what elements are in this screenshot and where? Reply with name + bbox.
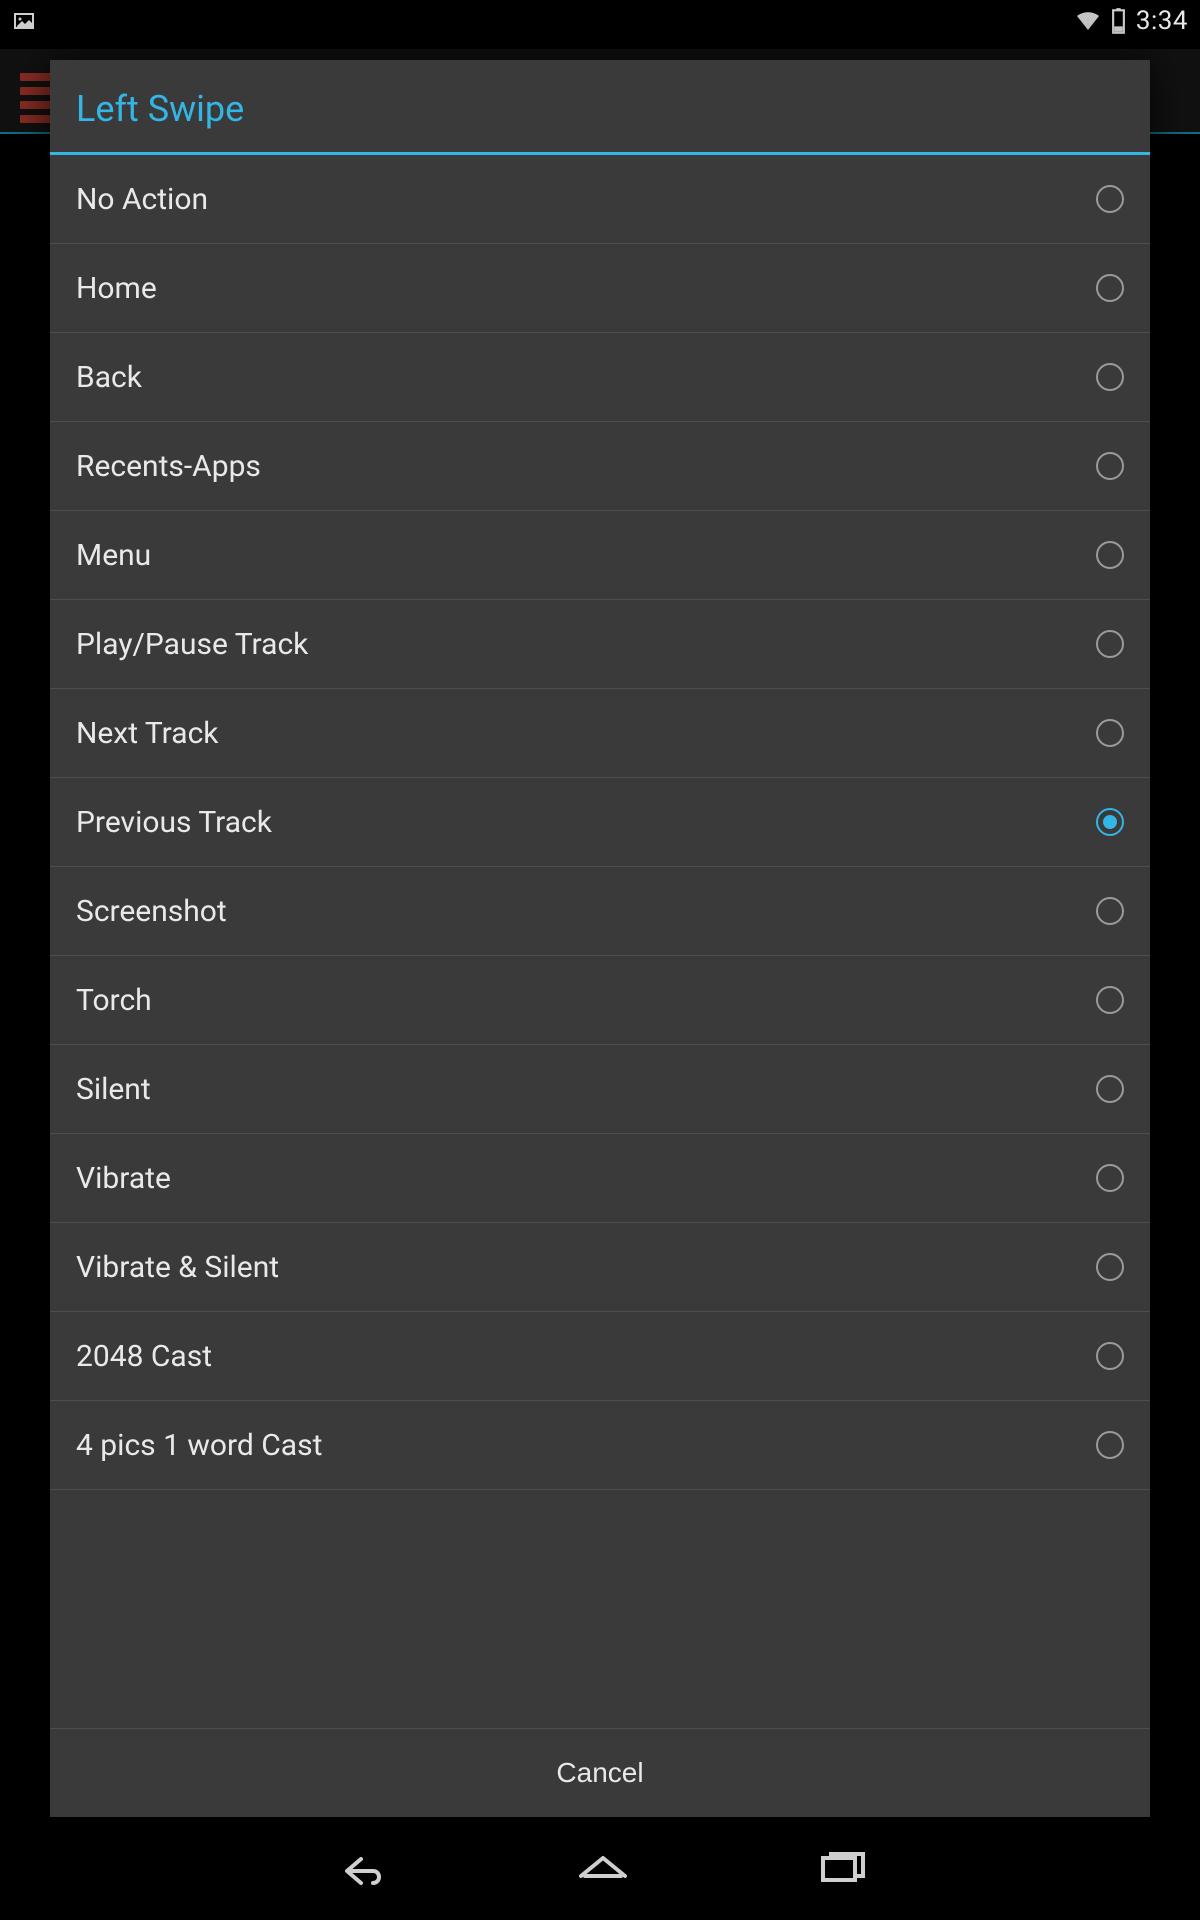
option-label: Recents-Apps bbox=[76, 449, 261, 484]
dialog: Left Swipe No Action Home Back Recents-Apps… bbox=[50, 60, 1150, 1817]
option-row[interactable]: Home bbox=[50, 244, 1150, 333]
radio-icon[interactable] bbox=[1096, 363, 1124, 391]
option-label: Vibrate bbox=[76, 1161, 171, 1196]
option-row[interactable]: 4 pics 1 word Cast bbox=[50, 1401, 1150, 1490]
options-list[interactable]: No Action Home Back Recents-Apps Menu Play/Pa… bbox=[50, 155, 1150, 1728]
option-row[interactable]: Screenshot bbox=[50, 867, 1150, 956]
nav-bar bbox=[0, 1822, 1200, 1920]
dialog-title: Left Swipe bbox=[50, 60, 1150, 152]
radio-icon[interactable] bbox=[1096, 185, 1124, 213]
option-row[interactable]: Vibrate bbox=[50, 1134, 1150, 1223]
option-row[interactable]: Vibrate & Silent bbox=[50, 1223, 1150, 1312]
status-right: 3:34 bbox=[1075, 6, 1188, 36]
option-label: No Action bbox=[76, 182, 208, 217]
option-label: Torch bbox=[76, 983, 152, 1018]
home-nav-icon[interactable] bbox=[571, 1850, 635, 1892]
option-row[interactable]: Menu bbox=[50, 511, 1150, 600]
wifi-icon bbox=[1075, 10, 1101, 32]
status-left bbox=[12, 9, 36, 33]
option-label: Previous Track bbox=[76, 805, 272, 840]
option-label: Play/Pause Track bbox=[76, 627, 308, 662]
image-notification-icon bbox=[12, 9, 36, 33]
battery-icon bbox=[1111, 8, 1126, 34]
radio-icon[interactable] bbox=[1096, 897, 1124, 925]
option-row[interactable]: No Action bbox=[50, 155, 1150, 244]
option-label: Menu bbox=[76, 538, 151, 573]
recents-nav-icon[interactable] bbox=[815, 1850, 873, 1892]
option-label: Silent bbox=[76, 1072, 151, 1107]
radio-icon[interactable] bbox=[1096, 986, 1124, 1014]
cancel-button[interactable]: Cancel bbox=[50, 1729, 1150, 1817]
radio-icon[interactable] bbox=[1096, 274, 1124, 302]
option-label: Next Track bbox=[76, 716, 218, 751]
option-row[interactable]: Play/Pause Track bbox=[50, 600, 1150, 689]
option-row[interactable]: Torch bbox=[50, 956, 1150, 1045]
radio-icon[interactable] bbox=[1096, 452, 1124, 480]
option-row[interactable]: Recents-Apps bbox=[50, 422, 1150, 511]
option-label: Back bbox=[76, 360, 142, 395]
option-label: 2048 Cast bbox=[76, 1339, 212, 1374]
radio-icon[interactable] bbox=[1096, 541, 1124, 569]
radio-icon[interactable] bbox=[1096, 1075, 1124, 1103]
option-label: Screenshot bbox=[76, 894, 227, 929]
radio-icon[interactable] bbox=[1096, 1164, 1124, 1192]
radio-icon[interactable] bbox=[1096, 719, 1124, 747]
status-time: 3:34 bbox=[1136, 6, 1188, 36]
dialog-footer: Cancel bbox=[50, 1728, 1150, 1817]
radio-icon[interactable] bbox=[1096, 630, 1124, 658]
radio-icon[interactable] bbox=[1096, 808, 1124, 836]
radio-icon[interactable] bbox=[1096, 1253, 1124, 1281]
radio-icon[interactable] bbox=[1096, 1431, 1124, 1459]
option-row[interactable]: Back bbox=[50, 333, 1150, 422]
screen: 3:34 Left Swipe No Action Home Back Recents… bbox=[0, 0, 1200, 1920]
back-nav-icon[interactable] bbox=[327, 1850, 391, 1892]
option-row[interactable]: Previous Track bbox=[50, 778, 1150, 867]
option-row[interactable]: 2048 Cast bbox=[50, 1312, 1150, 1401]
option-label: Home bbox=[76, 271, 157, 306]
option-label: Vibrate & Silent bbox=[76, 1250, 279, 1285]
status-bar: 3:34 bbox=[0, 0, 1200, 42]
option-label: 4 pics 1 word Cast bbox=[76, 1428, 322, 1463]
option-row[interactable]: Silent bbox=[50, 1045, 1150, 1134]
radio-icon[interactable] bbox=[1096, 1342, 1124, 1370]
option-row[interactable]: Next Track bbox=[50, 689, 1150, 778]
